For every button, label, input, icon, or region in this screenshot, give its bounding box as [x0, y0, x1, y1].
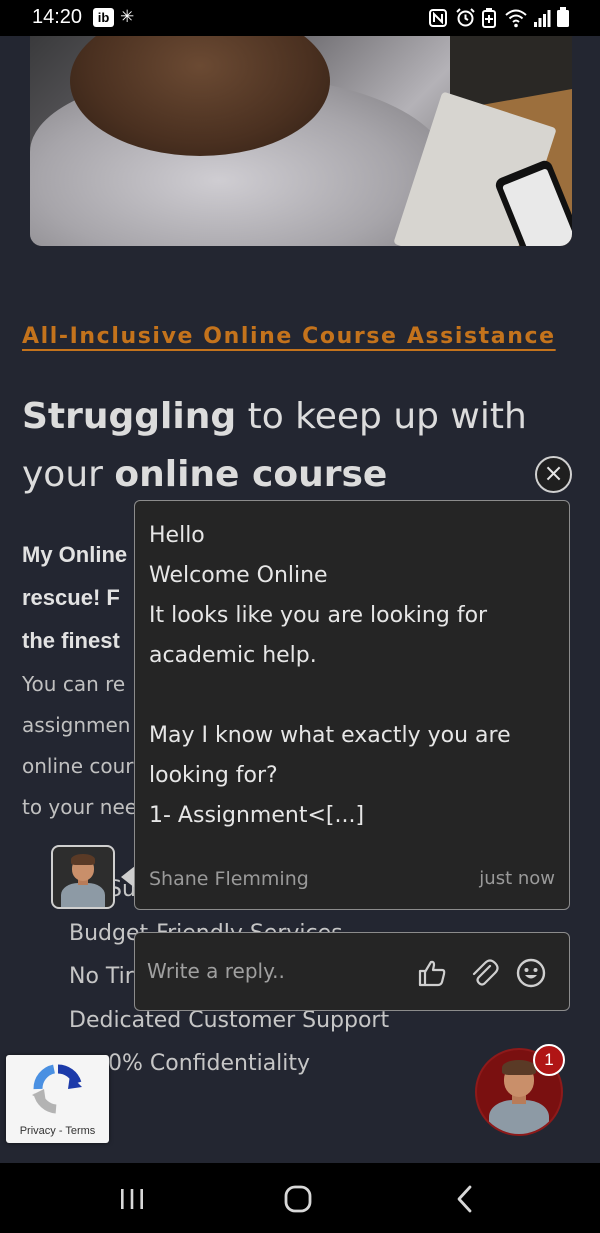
hero-image	[30, 36, 572, 246]
recaptcha-links[interactable]: Privacy - Terms	[6, 1125, 109, 1137]
nfc-icon	[429, 9, 447, 27]
ib-app-icon: ib	[93, 8, 114, 27]
battery-icon	[557, 7, 569, 27]
back-icon[interactable]	[446, 1183, 486, 1215]
battery-saver-icon	[482, 8, 496, 28]
attachment-icon[interactable]	[468, 957, 500, 989]
emoji-icon[interactable]	[515, 957, 547, 989]
close-chat-button[interactable]: ×	[535, 456, 572, 493]
unread-count-badge: 1	[533, 1044, 565, 1076]
section-kicker-link[interactable]: All-Inclusive Online Course Assistance	[22, 323, 556, 351]
agent-avatar[interactable]	[51, 845, 115, 909]
status-time: 14:20	[32, 6, 83, 28]
page-headline: Struggling to keep up with your online c…	[22, 396, 527, 495]
status-bar: 14:20 ib ✳	[0, 0, 600, 36]
sparkle-icon: ✳	[120, 7, 135, 27]
recaptcha-badge[interactable]: Privacy - Terms	[6, 1055, 109, 1143]
chat-timestamp: just now	[479, 868, 555, 889]
signal-icon	[534, 10, 551, 27]
chat-message-text: Hello Welcome Online It looks like you a…	[149, 523, 511, 828]
navigation-bar	[0, 1163, 600, 1233]
wifi-icon	[505, 9, 527, 28]
chat-reply-box	[134, 932, 570, 1011]
chat-message-bubble[interactable]: Hello Welcome Online It looks like you a…	[134, 500, 570, 910]
intro-paragraph: You can re assignmen online cour to your…	[22, 672, 138, 819]
intro-bold-text: My Online rescue! F the finest	[22, 542, 128, 653]
chat-sender-name: Shane Flemming	[149, 868, 309, 890]
recent-apps-icon[interactable]	[112, 1183, 152, 1215]
reply-input[interactable]	[147, 953, 407, 989]
recaptcha-logo-icon	[32, 1064, 82, 1114]
thumbs-up-icon[interactable]	[416, 957, 448, 989]
home-icon[interactable]	[278, 1183, 318, 1215]
feature-item: 0% Confidentiality	[108, 1051, 311, 1076]
bubble-pointer	[121, 866, 135, 888]
alarm-icon	[456, 8, 475, 27]
